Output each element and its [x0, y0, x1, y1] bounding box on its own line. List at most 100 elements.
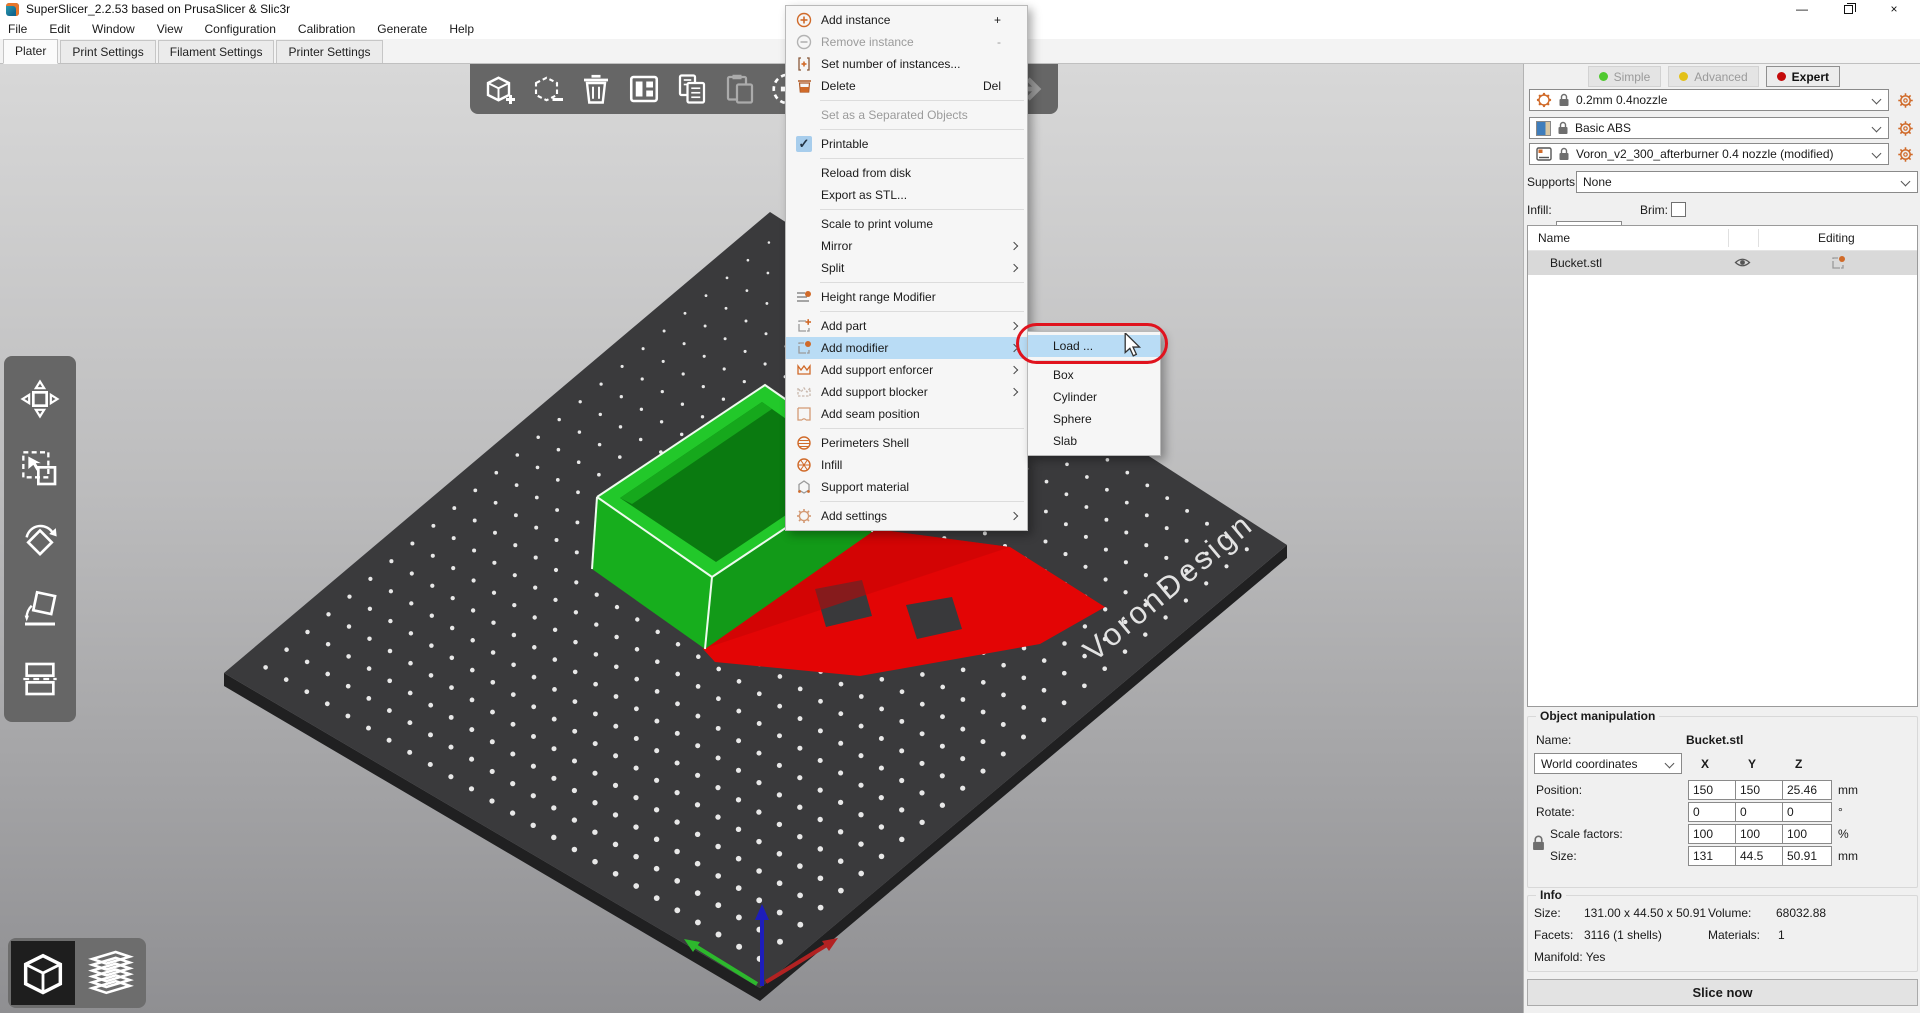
position-z-field[interactable]	[1782, 780, 1832, 800]
submenu-item-slab[interactable]: Slab	[1028, 430, 1160, 452]
menu-item-label: Add part	[821, 319, 866, 333]
3d-view-button[interactable]	[11, 941, 75, 1005]
rotate-button[interactable]	[20, 519, 60, 559]
printer-preset-select[interactable]: Voron_v2_300_afterburner 0.4 nozzle (mod…	[1529, 143, 1889, 165]
menu-item-split[interactable]: Split	[786, 257, 1027, 279]
3d-viewport[interactable]: VoronDesign	[0, 64, 1523, 1013]
menu-edit[interactable]: Edit	[49, 22, 70, 36]
menu-item-mirror[interactable]: Mirror	[786, 235, 1027, 257]
menu-item-reload[interactable]: Reload from disk	[786, 162, 1027, 184]
menu-item-set-instances[interactable]: Set number of instances...	[786, 53, 1027, 75]
menu-item-add-seam[interactable]: Add seam position	[786, 403, 1027, 425]
menu-window[interactable]: Window	[92, 22, 135, 36]
mode-advanced-button[interactable]: Advanced	[1668, 66, 1758, 87]
scale-z-field[interactable]	[1782, 824, 1832, 844]
submenu-item-box[interactable]: Box	[1028, 364, 1160, 386]
printer-settings-gear-button[interactable]	[1895, 144, 1915, 164]
layers-view-button[interactable]	[79, 941, 143, 1005]
menu-separator	[820, 501, 1024, 502]
menu-item-printable[interactable]: ✓ Printable	[786, 133, 1027, 155]
menu-file[interactable]: File	[8, 22, 27, 36]
scale-x-field[interactable]	[1688, 824, 1738, 844]
size-y-field[interactable]	[1735, 846, 1785, 866]
coordinates-select[interactable]: World coordinates	[1534, 753, 1682, 774]
scale-y-field[interactable]	[1735, 824, 1785, 844]
menu-item-support-material[interactable]: Support material	[786, 476, 1027, 498]
menu-item-remove-instance[interactable]: Remove instance -	[786, 31, 1027, 53]
move-icon	[20, 376, 60, 422]
position-x-field[interactable]	[1688, 780, 1738, 800]
window-title: SuperSlicer_2.2.53 based on PrusaSlicer …	[26, 2, 290, 16]
minimize-button[interactable]: —	[1786, 0, 1818, 18]
tab-filament-settings[interactable]: Filament Settings	[158, 40, 275, 63]
move-button[interactable]	[20, 379, 60, 419]
rotate-x-field[interactable]	[1688, 802, 1738, 822]
axis-x-header: X	[1701, 757, 1709, 771]
menu-item-height-range[interactable]: Height range Modifier	[786, 286, 1027, 308]
info-size-label: Size:	[1534, 906, 1561, 920]
menu-item-perimeters-shell[interactable]: Perimeters Shell	[786, 432, 1027, 454]
menu-item-add-support-enforcer[interactable]: Add support enforcer	[786, 359, 1027, 381]
copy-button[interactable]	[672, 69, 712, 109]
menu-view[interactable]: View	[157, 22, 183, 36]
menu-item-infill[interactable]: Infill	[786, 454, 1027, 476]
print-preset-select[interactable]: 0.2mm 0.4nozzle	[1529, 89, 1889, 111]
tab-plater[interactable]: Plater	[3, 39, 58, 64]
mode-expert-button[interactable]: Expert	[1766, 66, 1840, 87]
chevron-down-icon	[1901, 177, 1911, 187]
position-y-field[interactable]	[1735, 780, 1785, 800]
scene-canvas: VoronDesign	[0, 64, 1523, 1013]
menu-item-set-separated[interactable]: Set as a Separated Objects	[786, 104, 1027, 126]
size-z-field[interactable]	[1782, 846, 1832, 866]
rotate-y-field[interactable]	[1735, 802, 1785, 822]
slice-now-button[interactable]: Slice now	[1527, 979, 1918, 1006]
submenu-item-sphere[interactable]: Sphere	[1028, 408, 1160, 430]
brim-checkbox[interactable]	[1671, 202, 1686, 217]
object-row-bucket[interactable]: Bucket.stl	[1528, 251, 1917, 275]
menu-item-scale-to-volume[interactable]: Scale to print volume	[786, 213, 1027, 235]
supports-select[interactable]: None	[1576, 171, 1918, 193]
info-panel: Info Size: 131.00 x 44.50 x 50.91 Volume…	[1527, 895, 1918, 972]
menu-generate[interactable]: Generate	[377, 22, 427, 36]
expert-dot-icon	[1777, 72, 1786, 81]
menu-help[interactable]: Help	[449, 22, 474, 36]
size-x-field[interactable]	[1688, 846, 1738, 866]
submenu-item-load[interactable]: Load ...	[1028, 335, 1160, 357]
scale-button[interactable]	[20, 449, 60, 489]
place-on-face-icon	[20, 586, 60, 632]
remove-object-button[interactable]	[528, 69, 568, 109]
close-button[interactable]: ×	[1878, 0, 1910, 18]
menu-configuration[interactable]: Configuration	[205, 22, 276, 36]
filament-preset-select[interactable]: Basic ABS	[1529, 117, 1889, 139]
blank-icon	[794, 237, 814, 255]
menu-item-add-modifier[interactable]: Add modifier	[786, 337, 1027, 359]
submenu-item-cylinder[interactable]: Cylinder	[1028, 386, 1160, 408]
menu-item-label: Add seam position	[821, 407, 920, 421]
scale-label: Scale factors:	[1550, 827, 1623, 841]
menu-item-add-settings[interactable]: Add settings	[786, 505, 1027, 527]
menu-item-add-instance[interactable]: Add instance +	[786, 9, 1027, 31]
add-object-button[interactable]	[480, 69, 520, 109]
filament-settings-gear-button[interactable]	[1895, 118, 1915, 138]
menu-calibration[interactable]: Calibration	[298, 22, 355, 36]
menu-item-add-support-blocker[interactable]: Add support blocker	[786, 381, 1027, 403]
column-divider	[1758, 229, 1759, 247]
visibility-eye-icon[interactable]	[1734, 255, 1751, 270]
print-settings-gear-button[interactable]	[1895, 90, 1915, 110]
menu-item-add-part[interactable]: Add part	[786, 315, 1027, 337]
arrange-button[interactable]	[624, 69, 664, 109]
place-on-face-button[interactable]	[20, 589, 60, 629]
menu-item-export-stl[interactable]: Export as STL...	[786, 184, 1027, 206]
rotate-z-field[interactable]	[1782, 802, 1832, 822]
mode-simple-button[interactable]: Simple	[1588, 66, 1662, 87]
menu-separator	[820, 209, 1024, 210]
cut-button[interactable]	[20, 659, 60, 699]
paste-button[interactable]	[720, 69, 760, 109]
editing-icon[interactable]	[1830, 255, 1846, 271]
menu-item-delete[interactable]: Delete Del	[786, 75, 1027, 97]
restore-button[interactable]	[1832, 0, 1864, 18]
tab-print-settings[interactable]: Print Settings	[60, 40, 155, 63]
size-row: Size: mm	[1536, 845, 1908, 867]
tab-printer-settings[interactable]: Printer Settings	[276, 40, 382, 63]
delete-all-button[interactable]	[576, 69, 616, 109]
